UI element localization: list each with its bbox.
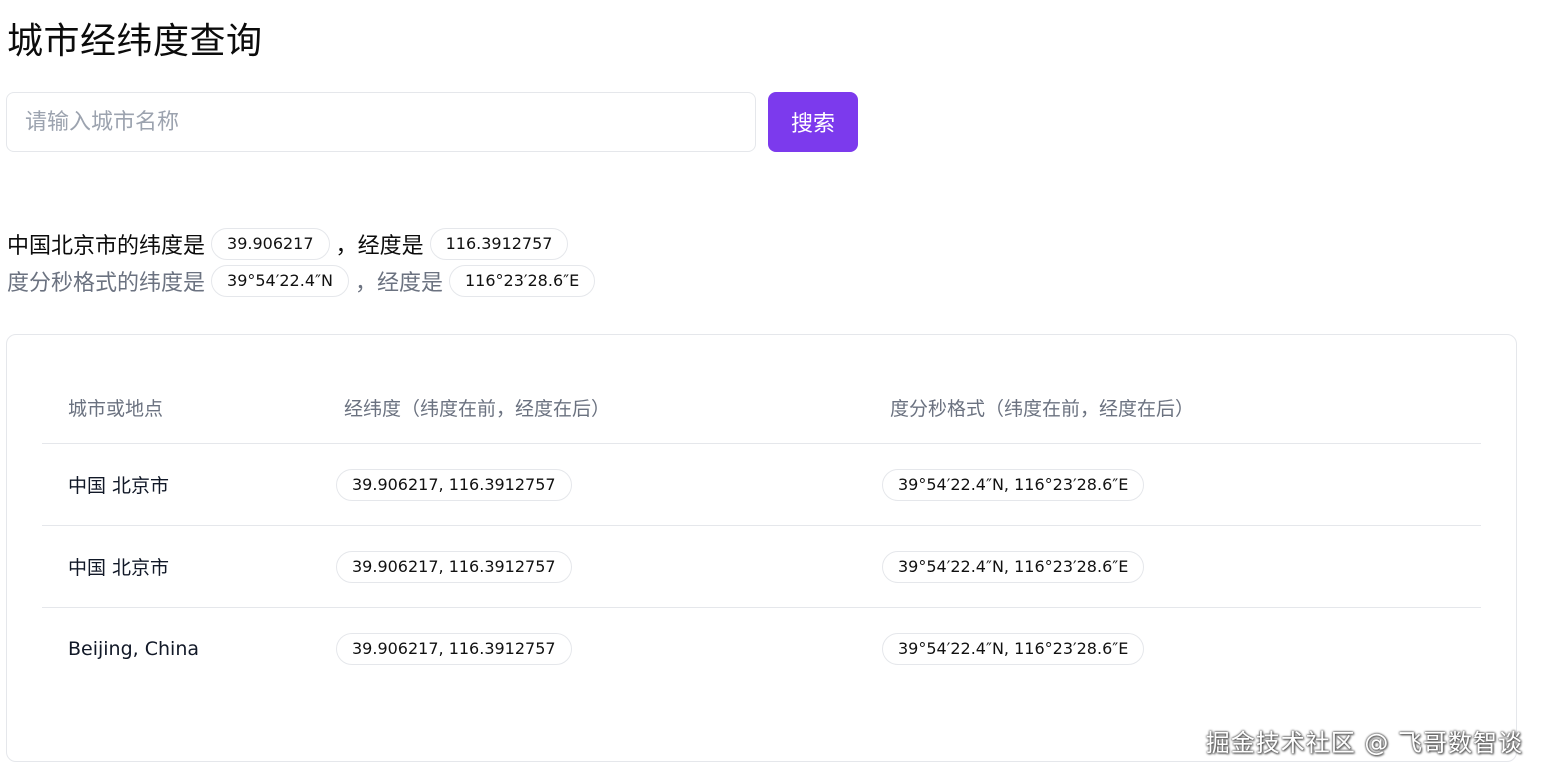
watermark: 掘金技术社区 @ 飞哥数智谈 bbox=[1205, 729, 1523, 757]
longitude-dms-badge: 116°23′28.6″E bbox=[448, 265, 596, 297]
search-bar: 搜索 bbox=[6, 92, 858, 152]
table-row: 中国 北京市 39.906217, 116.3912757 39°54′22.4… bbox=[42, 525, 1481, 608]
result-dms-separator: ， bbox=[354, 271, 377, 296]
table-row: Beijing, China 39.906217, 116.3912757 39… bbox=[42, 608, 1481, 690]
result-separator: ， bbox=[335, 234, 358, 259]
cell-place: 中国 北京市 bbox=[42, 525, 318, 608]
latitude-dms-badge: 39°54′22.4″N bbox=[211, 265, 349, 297]
cell-dms: 39°54′22.4″N, 116°23′28.6″E bbox=[864, 525, 1481, 608]
coords-badge: 39.906217, 116.3912757 bbox=[336, 632, 572, 665]
page-title: 城市经纬度查询 bbox=[7, 21, 263, 62]
longitude-badge: 116.3912757 bbox=[429, 228, 569, 260]
dms-badge: 39°54′22.4″N, 116°23′28.6″E bbox=[882, 632, 1145, 665]
dms-badge: 39°54′22.4″N, 116°23′28.6″E bbox=[882, 550, 1145, 583]
search-button[interactable]: 搜索 bbox=[768, 92, 858, 152]
result-dms-line: 度分秒格式的纬度是 39°54′22.4″N ， 经度是 116°23′28.6… bbox=[7, 265, 601, 297]
coords-badge: 39.906217, 116.3912757 bbox=[336, 550, 572, 583]
header-dms: 度分秒格式（纬度在前，经度在后） bbox=[864, 371, 1481, 444]
cell-coords: 39.906217, 116.3912757 bbox=[318, 608, 864, 690]
cell-place: Beijing, China bbox=[68, 637, 200, 660]
table-header-row: 城市或地点 经纬度（纬度在前，经度在后） 度分秒格式（纬度在前，经度在后） bbox=[42, 371, 1481, 444]
cell-coords: 39.906217, 116.3912757 bbox=[318, 443, 864, 526]
results-table: 城市或地点 经纬度（纬度在前，经度在后） 度分秒格式（纬度在前，经度在后） 中国… bbox=[42, 371, 1481, 689]
table-row: 中国 北京市 39.906217, 116.3912757 39°54′22.4… bbox=[42, 443, 1481, 526]
result-decimal-prefix: 中国北京市的纬度是 bbox=[7, 234, 206, 259]
dms-badge: 39°54′22.4″N, 116°23′28.6″E bbox=[882, 468, 1145, 501]
city-search-input[interactable] bbox=[6, 92, 756, 152]
longitude-dms-label: 经度是 bbox=[376, 271, 443, 296]
cell-dms: 39°54′22.4″N, 116°23′28.6″E bbox=[864, 443, 1481, 526]
header-coords: 经纬度（纬度在前，经度在后） bbox=[318, 371, 864, 444]
result-dms-prefix: 度分秒格式的纬度是 bbox=[7, 271, 206, 296]
coords-badge: 39.906217, 116.3912757 bbox=[336, 468, 572, 501]
header-place: 城市或地点 bbox=[42, 371, 318, 444]
longitude-label: 经度是 bbox=[357, 234, 424, 259]
cell-coords: 39.906217, 116.3912757 bbox=[318, 525, 864, 608]
cell-dms: 39°54′22.4″N, 116°23′28.6″E bbox=[864, 608, 1481, 690]
latitude-badge: 39.906217 bbox=[211, 228, 330, 260]
cell-place: 中国 北京市 bbox=[42, 443, 318, 526]
result-decimal-line: 中国北京市的纬度是 39.906217 ， 经度是 116.3912757 bbox=[7, 228, 574, 260]
results-card: 城市或地点 经纬度（纬度在前，经度在后） 度分秒格式（纬度在前，经度在后） 中国… bbox=[6, 334, 1517, 762]
